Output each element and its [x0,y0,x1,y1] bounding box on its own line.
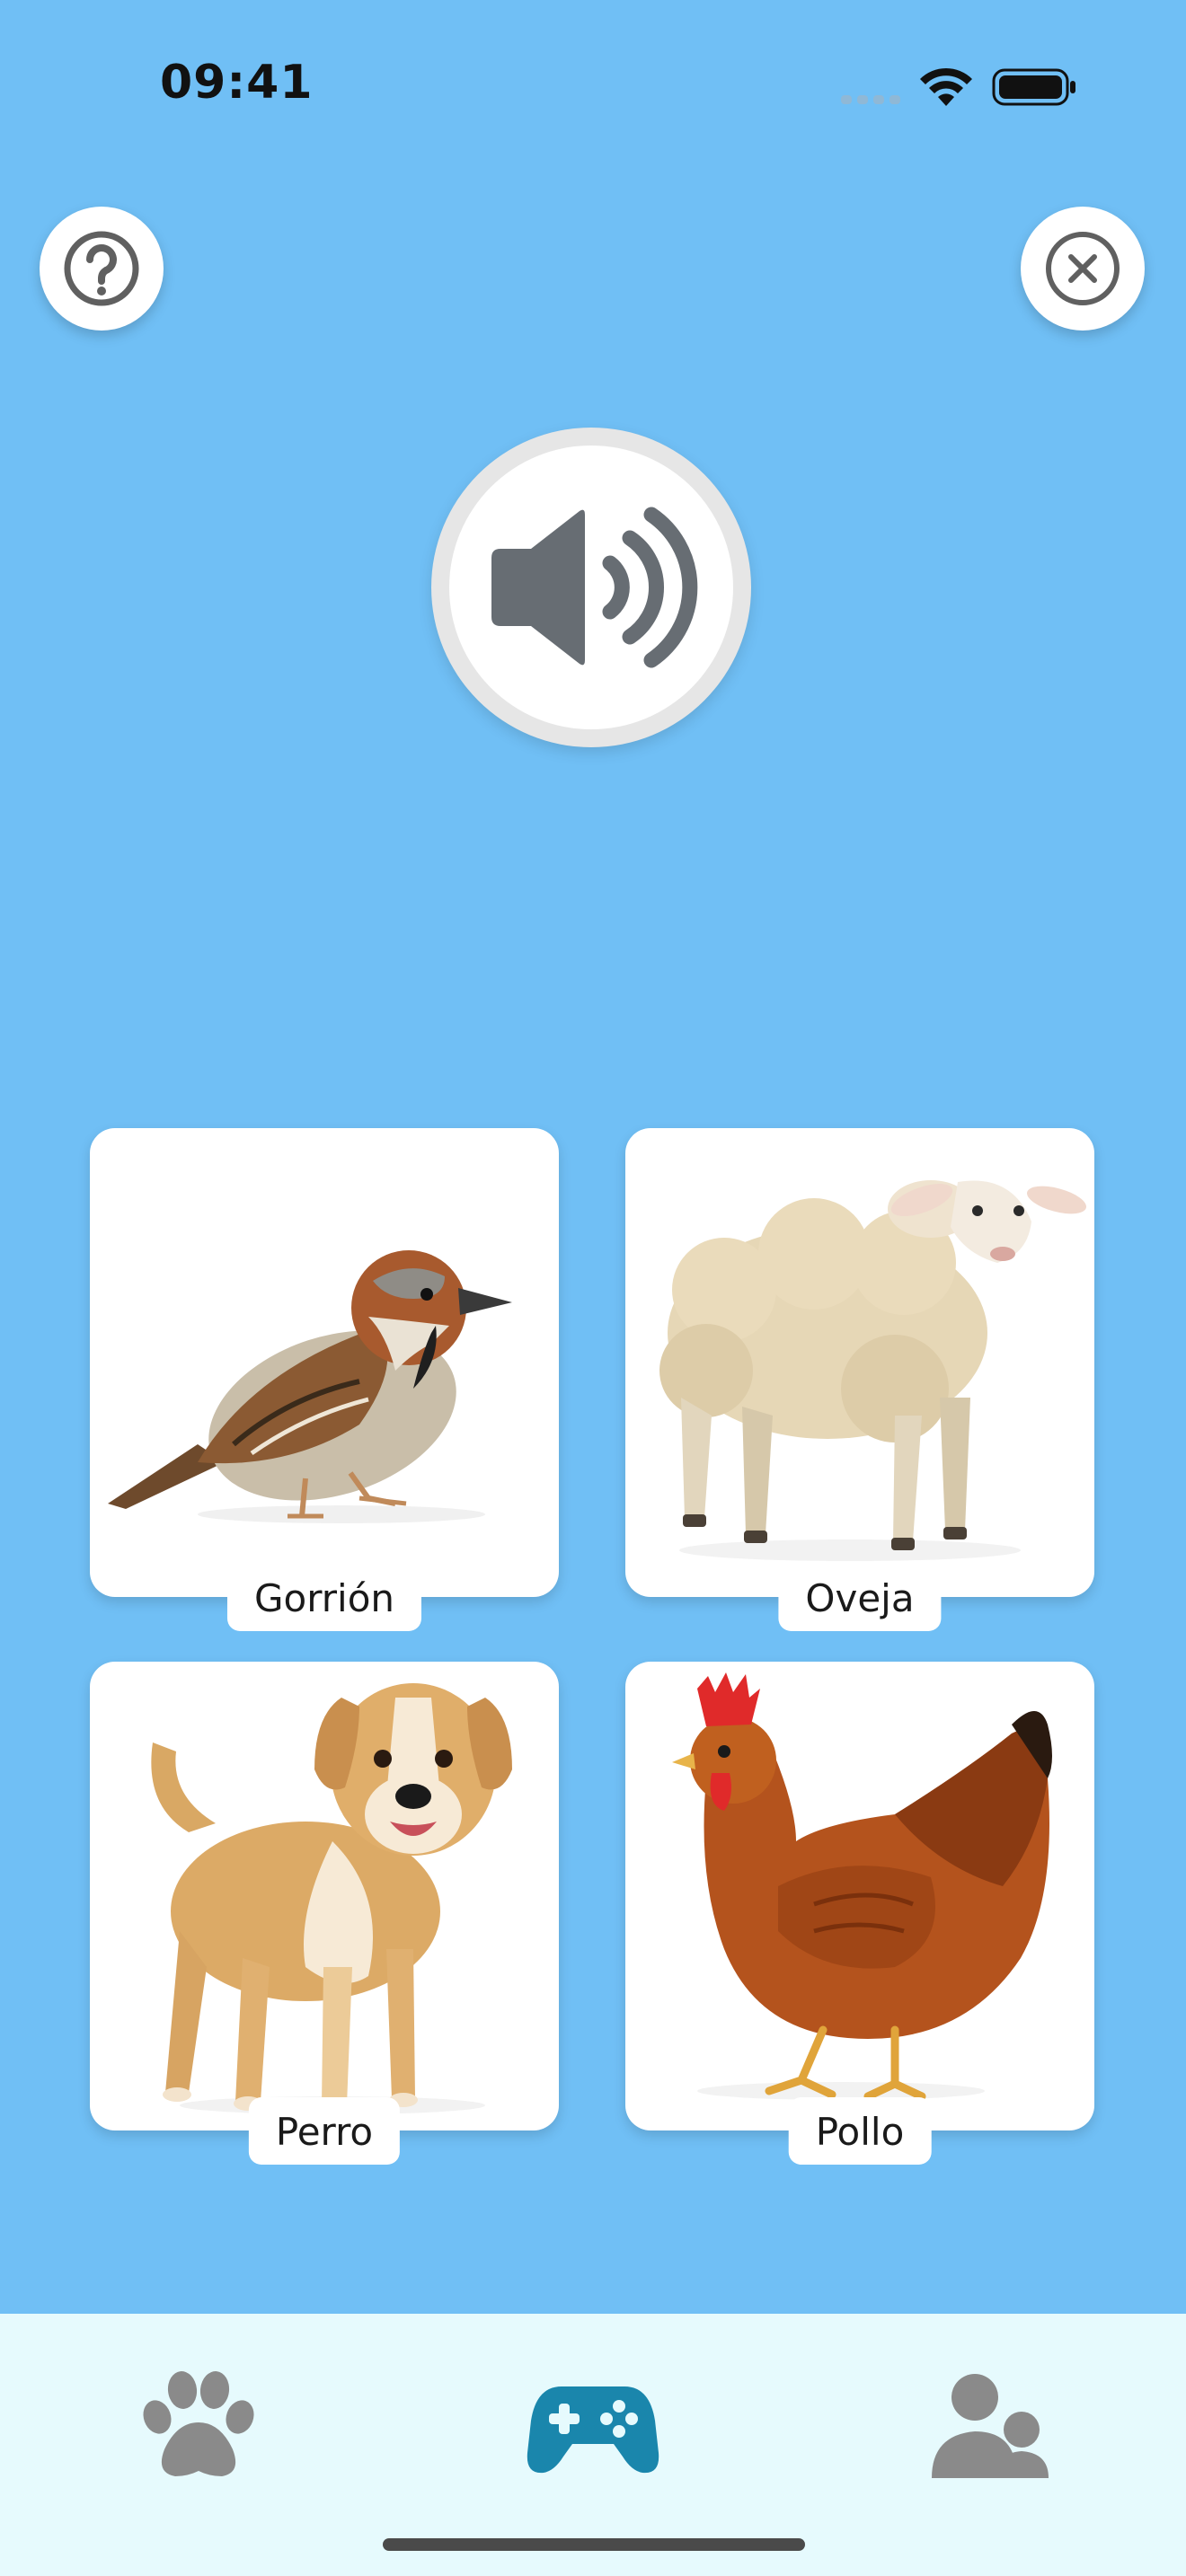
play-sound-button[interactable] [431,428,751,747]
tab-bar [0,2314,1186,2576]
speaker-wave-icon [491,507,698,668]
tab-animals[interactable] [117,2344,279,2506]
paw-icon [143,2371,254,2476]
tab-profile[interactable] [907,2344,1069,2506]
home-indicator [383,2538,805,2551]
card-label: Oveja [778,1564,942,1631]
card-label: Perro [248,2097,401,2165]
sheep-image [659,1180,1087,1561]
play-sound-button-face [449,446,733,729]
animal-card-dog[interactable]: Perro [90,1662,559,2165]
tab-games[interactable] [512,2344,674,2506]
help-button[interactable] [40,207,164,331]
status-time: 09:41 [160,56,314,110]
status-bar: 09:41 [0,0,1186,171]
animal-card-sheep[interactable]: Oveja [625,1128,1094,1631]
animal-card-sparrow[interactable]: Gorrión [90,1128,559,1631]
battery-icon [992,68,1075,106]
card-label: Gorrión [226,1564,422,1631]
users-icon [932,2374,1049,2478]
animal-card-chicken[interactable]: Pollo [625,1662,1094,2165]
sparrow-image [108,1250,512,1523]
cellular-signal-icon [841,95,900,104]
card-label: Pollo [788,2097,932,2165]
close-circle-icon [1046,232,1120,305]
question-circle-icon [64,231,139,306]
dog-image [151,1683,512,2114]
chicken-image [672,1672,1052,2101]
gamepad-icon [527,2386,659,2474]
wifi-icon [920,67,972,106]
close-button[interactable] [1021,207,1145,331]
